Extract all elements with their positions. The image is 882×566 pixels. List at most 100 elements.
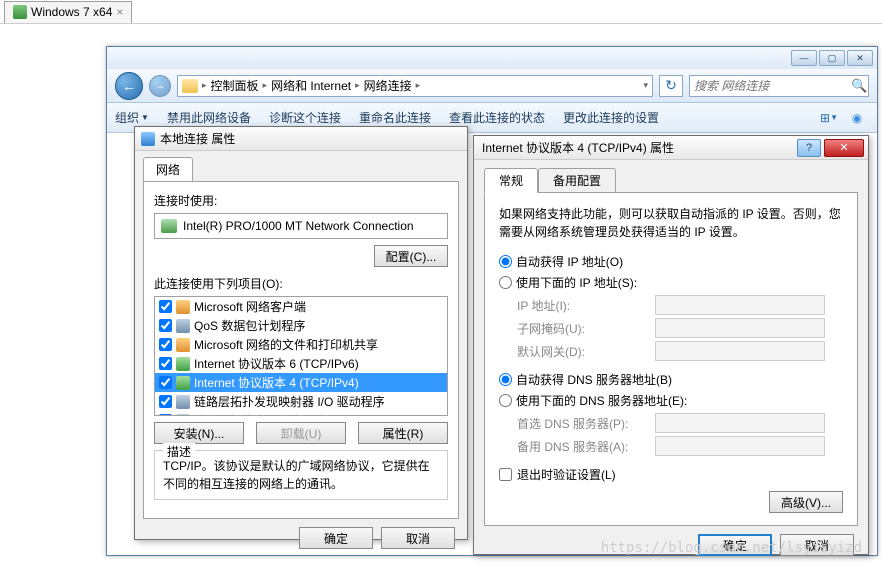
- ip-label: IP 地址(I):: [517, 297, 647, 314]
- item-label: Microsoft 网络客户端: [194, 298, 306, 315]
- mask-input: [655, 318, 825, 338]
- cancel-button[interactable]: 取消: [381, 527, 455, 549]
- description-text: TCP/IP。该协议是默认的广域网络协议，它提供在不同的相互连接的网络上的通讯。: [163, 459, 430, 491]
- list-item[interactable]: Microsoft 网络客户端: [155, 297, 447, 316]
- radio-input[interactable]: [499, 276, 512, 289]
- change-settings[interactable]: 更改此连接的设置: [563, 109, 659, 126]
- disable-device[interactable]: 禁用此网络设备: [167, 109, 251, 126]
- vm-tab-label: Windows 7 x64: [31, 5, 112, 19]
- tab-network[interactable]: 网络: [143, 157, 193, 181]
- tab-general[interactable]: 常规: [484, 168, 538, 193]
- radio-input[interactable]: [499, 255, 512, 268]
- list-item[interactable]: Internet 协议版本 6 (TCP/IPv6): [155, 354, 447, 373]
- protocol-icon: [176, 338, 190, 352]
- ok-button[interactable]: 确定: [698, 534, 772, 556]
- dialog-title: 本地连接 属性: [160, 130, 235, 147]
- protocol-icon: [176, 357, 190, 371]
- item-checkbox[interactable]: [159, 395, 172, 408]
- close-button[interactable]: ✕: [847, 50, 873, 66]
- item-label: 链路层拓扑发现映射器 I/O 驱动程序: [194, 393, 385, 410]
- items-list[interactable]: Microsoft 网络客户端 QoS 数据包计划程序 Microsoft 网络的文…: [154, 296, 448, 416]
- item-label: Microsoft 网络的文件和打印机共享: [194, 336, 378, 353]
- list-item[interactable]: 链路层拓扑发现映射器 I/O 驱动程序: [155, 392, 447, 411]
- close-button[interactable]: ✕: [824, 139, 864, 157]
- ipv4-properties-dialog: Internet 协议版本 4 (TCP/IPv4) 属性 ? ✕ 常规 备用配…: [473, 135, 869, 555]
- rename-connection[interactable]: 重命名此连接: [359, 109, 431, 126]
- radio-input[interactable]: [499, 373, 512, 386]
- close-icon[interactable]: ×: [116, 5, 123, 19]
- adapter-icon: [161, 219, 177, 233]
- breadcrumb-seg[interactable]: 网络和 Internet▸: [271, 77, 360, 94]
- view-status[interactable]: 查看此连接的状态: [449, 109, 545, 126]
- vm-tab[interactable]: Windows 7 x64 ×: [4, 1, 132, 23]
- dns1-input: [655, 413, 825, 433]
- help-button[interactable]: ?: [797, 139, 821, 157]
- item-label: Internet 协议版本 4 (TCP/IPv4): [194, 374, 359, 391]
- validate-checkbox[interactable]: [499, 468, 512, 481]
- items-label: 此连接使用下列项目(O):: [154, 275, 448, 292]
- dns1-label: 首选 DNS 服务器(P):: [517, 415, 647, 432]
- search-input[interactable]: [694, 79, 851, 93]
- gateway-input: [655, 341, 825, 361]
- diagnose-connection[interactable]: 诊断这个连接: [269, 109, 341, 126]
- configure-button[interactable]: 配置(C)...: [374, 245, 448, 267]
- item-checkbox[interactable]: [159, 414, 172, 416]
- protocol-icon: [176, 395, 190, 409]
- gateway-label: 默认网关(D):: [517, 343, 647, 360]
- tab-alternate[interactable]: 备用配置: [538, 168, 616, 193]
- description-group: 描述 TCP/IP。该协议是默认的广域网络协议，它提供在不同的相互连接的网络上的…: [154, 450, 448, 500]
- dialog-title: Internet 协议版本 4 (TCP/IPv4) 属性: [482, 139, 797, 156]
- item-checkbox[interactable]: [159, 319, 172, 332]
- window-title-bar: — ▢ ✕: [107, 47, 877, 69]
- uninstall-button: 卸载(U): [256, 422, 346, 444]
- radio-manual-ip[interactable]: 使用下面的 IP 地址(S):: [499, 274, 843, 291]
- radio-auto-dns[interactable]: 自动获得 DNS 服务器地址(B): [499, 371, 843, 388]
- search-box[interactable]: 🔍: [689, 75, 869, 97]
- breadcrumb[interactable]: ▸ 控制面板▸ 网络和 Internet▸ 网络连接▸ ▾: [177, 75, 653, 97]
- protocol-icon: [176, 300, 190, 314]
- chevron-down-icon[interactable]: ▾: [643, 80, 648, 91]
- install-button[interactable]: 安装(N)...: [154, 422, 244, 444]
- item-label: Internet 协议版本 6 (TCP/IPv6): [194, 355, 359, 372]
- refresh-button[interactable]: ↻: [659, 75, 683, 97]
- connect-using-label: 连接时使用:: [154, 192, 448, 209]
- breadcrumb-seg[interactable]: 控制面板▸: [211, 77, 268, 94]
- help-icon[interactable]: ◉: [845, 108, 869, 128]
- list-item[interactable]: Internet 协议版本 4 (TCP/IPv4): [155, 373, 447, 392]
- item-checkbox[interactable]: [159, 357, 172, 370]
- radio-auto-ip[interactable]: 自动获得 IP 地址(O): [499, 253, 843, 270]
- breadcrumb-seg[interactable]: 网络连接▸: [364, 77, 421, 94]
- maximize-button[interactable]: ▢: [819, 50, 845, 66]
- dns2-input: [655, 436, 825, 456]
- item-label: QoS 数据包计划程序: [194, 317, 305, 334]
- item-checkbox[interactable]: [159, 376, 172, 389]
- radio-input[interactable]: [499, 394, 512, 407]
- organize-menu[interactable]: 组织 ▼: [115, 109, 149, 126]
- advanced-button[interactable]: 高级(V)...: [769, 491, 843, 513]
- adapter-box: Intel(R) PRO/1000 MT Network Connection: [154, 213, 448, 239]
- back-button[interactable]: ←: [115, 72, 143, 100]
- list-item[interactable]: QoS 数据包计划程序: [155, 316, 447, 335]
- dialog-title-bar: 本地连接 属性: [135, 127, 467, 151]
- ok-button[interactable]: 确定: [299, 527, 373, 549]
- properties-button[interactable]: 属性(R): [358, 422, 448, 444]
- cancel-button[interactable]: 取消: [780, 534, 854, 556]
- radio-manual-dns[interactable]: 使用下面的 DNS 服务器地址(E):: [499, 392, 843, 409]
- list-item[interactable]: Microsoft 网络的文件和打印机共享: [155, 335, 447, 354]
- view-icon[interactable]: ⊞ ▼: [817, 108, 841, 128]
- forward-button[interactable]: →: [149, 75, 171, 97]
- validate-checkbox-row[interactable]: 退出时验证设置(L): [499, 466, 843, 483]
- nav-bar: ← → ▸ 控制面板▸ 网络和 Internet▸ 网络连接▸ ▾ ↻ 🔍: [107, 69, 877, 103]
- item-label: 链路层拓扑发现响应程序: [194, 412, 326, 416]
- dialog-title-bar: Internet 协议版本 4 (TCP/IPv4) 属性 ? ✕: [474, 136, 868, 160]
- chevron-right-icon: ▸: [202, 80, 207, 91]
- dns2-label: 备用 DNS 服务器(A):: [517, 438, 647, 455]
- search-icon: 🔍: [851, 78, 867, 94]
- protocol-icon: [176, 319, 190, 333]
- item-checkbox[interactable]: [159, 338, 172, 351]
- list-item[interactable]: 链路层拓扑发现响应程序: [155, 411, 447, 416]
- minimize-button[interactable]: —: [791, 50, 817, 66]
- adapter-name: Intel(R) PRO/1000 MT Network Connection: [183, 219, 414, 233]
- protocol-icon: [176, 376, 190, 390]
- item-checkbox[interactable]: [159, 300, 172, 313]
